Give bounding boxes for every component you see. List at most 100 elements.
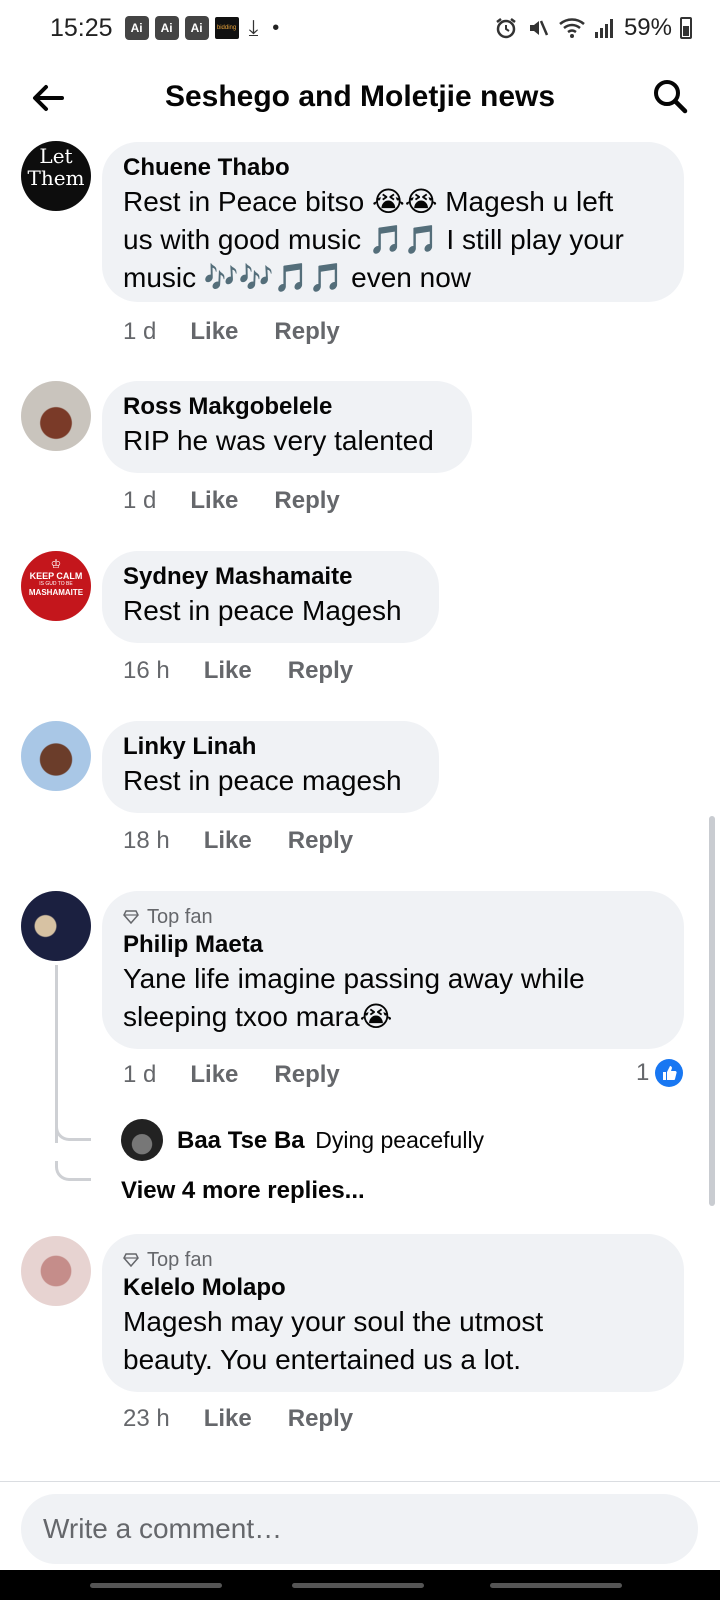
like-button[interactable]: Like xyxy=(204,1405,252,1433)
mute-icon xyxy=(529,20,549,36)
comment-time[interactable]: 1 d xyxy=(123,487,156,515)
comment-list[interactable]: Let Them Chuene Thabo Rest in Peace bits… xyxy=(0,136,720,1481)
status-time: 15:25 xyxy=(50,13,113,42)
signal-icon xyxy=(594,19,613,38)
battery-icon xyxy=(680,17,692,39)
top-fan-label: Top fan xyxy=(147,1249,213,1271)
avatar[interactable]: Let Them xyxy=(21,141,91,211)
comment-time[interactable]: 18 h xyxy=(123,827,170,855)
reply-button[interactable]: Reply xyxy=(274,1061,339,1089)
ai-notification-icon: Ai xyxy=(154,16,179,40)
comment-text-line: Rest in peace Magesh xyxy=(123,595,402,626)
ai-notification-icon: Ai xyxy=(184,16,209,40)
comment-bubble[interactable]: Chuene Thabo Rest in Peace bitso 😭😭 Mage… xyxy=(102,142,684,302)
comment-bubble[interactable]: Ross Makgobelele RIP he was very talente… xyxy=(102,381,472,473)
comment-author[interactable]: Chuene Thabo xyxy=(123,152,662,183)
comment-time[interactable]: 1 d xyxy=(123,1061,156,1089)
reply-button[interactable]: Reply xyxy=(288,1405,353,1433)
reply-button[interactable]: Reply xyxy=(288,827,353,855)
comment-bubble[interactable]: Linky Linah Rest in peace magesh xyxy=(102,721,439,813)
reaction-count[interactable]: 1 xyxy=(636,1059,684,1087)
view-more-replies-button[interactable]: View 4 more replies... xyxy=(121,1177,365,1205)
top-fan-badge: Top fan xyxy=(123,905,662,929)
diamond-icon xyxy=(123,1253,139,1267)
comment-text-line: us with good music 🎵🎵 I still play your xyxy=(123,224,624,255)
comment-text-line: sleeping txoo mara😭 xyxy=(123,1001,393,1032)
comment-actions: 16 h Like Reply xyxy=(123,657,353,685)
thread-connector xyxy=(55,1161,91,1181)
comment-actions: 1 d Like Reply xyxy=(123,487,340,515)
comment-author[interactable]: Ross Makgobelele xyxy=(123,391,450,422)
avatar-text: Let xyxy=(39,144,73,168)
reply-button[interactable]: Reply xyxy=(274,487,339,515)
thread-line xyxy=(55,965,58,1143)
comment-text-line: Magesh may your soul the utmost xyxy=(123,1306,544,1337)
reply-button[interactable]: Reply xyxy=(288,657,353,685)
avatar[interactable]: ♔ KEEP CALM IS GUD TO BE MASHAMAITE xyxy=(21,551,91,621)
comment-author[interactable]: Philip Maeta xyxy=(123,929,662,960)
comment-text-line: Rest in peace magesh xyxy=(123,765,402,796)
nav-home-handle[interactable] xyxy=(292,1583,424,1588)
thumbs-up-icon xyxy=(655,1059,684,1087)
comment-author[interactable]: Kelelo Molapo xyxy=(123,1272,662,1303)
like-button[interactable]: Like xyxy=(204,657,252,685)
comment-input[interactable]: Write a comment… xyxy=(21,1494,698,1564)
app-header: Seshego and Moletjie news xyxy=(0,56,720,136)
avatar[interactable] xyxy=(21,1236,91,1306)
like-button[interactable]: Like xyxy=(190,1061,238,1089)
crown-icon: ♔ xyxy=(50,557,62,571)
reply-button[interactable]: Reply xyxy=(274,318,339,346)
comment-input-placeholder: Write a comment… xyxy=(43,1513,283,1544)
avatar-text: MASHAMAITE xyxy=(28,588,84,597)
reply-text: Dying peacefully xyxy=(315,1127,485,1153)
avatar-text: KEEP CALM xyxy=(29,571,83,581)
avatar-text: IS GUD TO BE xyxy=(39,581,73,587)
divider xyxy=(0,1481,720,1482)
top-fan-label: Top fan xyxy=(147,906,213,928)
system-navigation-bar xyxy=(0,1570,720,1600)
wifi-icon xyxy=(559,18,585,38)
like-button[interactable]: Like xyxy=(204,827,252,855)
comment-text-line: beauty. You entertained us a lot. xyxy=(123,1344,522,1375)
comment-text-line: Rest in Peace bitso 😭😭 Magesh u left xyxy=(123,186,614,217)
reply-author: Baa Tse Ba xyxy=(177,1127,305,1154)
comment-bubble[interactable]: Top fan Kelelo Molapo Magesh may your so… xyxy=(102,1234,684,1392)
comment-time[interactable]: 23 h xyxy=(123,1405,170,1433)
reply-avatar[interactable] xyxy=(121,1119,163,1161)
app-notification-icon: bidding xyxy=(214,17,239,39)
scrollbar[interactable] xyxy=(709,816,715,1206)
nav-recents-handle[interactable] xyxy=(90,1583,222,1588)
comment-actions: 1 d Like Reply xyxy=(123,1061,340,1089)
comment-time[interactable]: 1 d xyxy=(123,318,156,346)
comment-author[interactable]: Linky Linah xyxy=(123,731,417,762)
comment-author[interactable]: Sydney Mashamaite xyxy=(123,561,417,592)
comment-actions: 23 h Like Reply xyxy=(123,1405,353,1433)
avatar[interactable] xyxy=(21,381,91,451)
comment-bubble[interactable]: Sydney Mashamaite Rest in peace Magesh xyxy=(102,551,439,643)
comment-actions: 18 h Like Reply xyxy=(123,827,353,855)
like-button[interactable]: Like xyxy=(190,487,238,515)
page-title: Seshego and Moletjie news xyxy=(164,80,556,113)
search-icon[interactable] xyxy=(650,76,690,116)
ai-notification-icon: Ai xyxy=(124,16,149,40)
download-icon: ⤓ xyxy=(248,15,259,40)
comment-bubble[interactable]: Top fan Philip Maeta Yane life imagine p… xyxy=(102,891,684,1049)
status-bar: 15:25 Ai Ai Ai bidding ⤓ • 59% xyxy=(0,0,720,56)
thread-connector xyxy=(55,1121,91,1141)
comment-actions: 1 d Like Reply xyxy=(123,318,340,346)
reaction-count-value: 1 xyxy=(636,1059,650,1086)
battery-percent: 59% xyxy=(623,14,672,41)
avatar[interactable] xyxy=(21,721,91,791)
comment-time[interactable]: 16 h xyxy=(123,657,170,685)
comment-text-line: music 🎶🎶🎵🎵 even now xyxy=(123,262,471,293)
reply-preview[interactable]: Baa Tse Ba Dying peacefully xyxy=(177,1127,484,1155)
comment-text-line: Yane life imagine passing away while xyxy=(123,963,585,994)
top-fan-badge: Top fan xyxy=(123,1248,662,1272)
like-button[interactable]: Like xyxy=(190,318,238,346)
alarm-icon xyxy=(496,18,516,39)
avatar-text: Them xyxy=(27,166,85,190)
nav-back-handle[interactable] xyxy=(490,1583,622,1588)
diamond-icon xyxy=(123,910,139,924)
more-notifications-dot-icon: • xyxy=(272,16,280,39)
avatar[interactable] xyxy=(21,891,91,961)
